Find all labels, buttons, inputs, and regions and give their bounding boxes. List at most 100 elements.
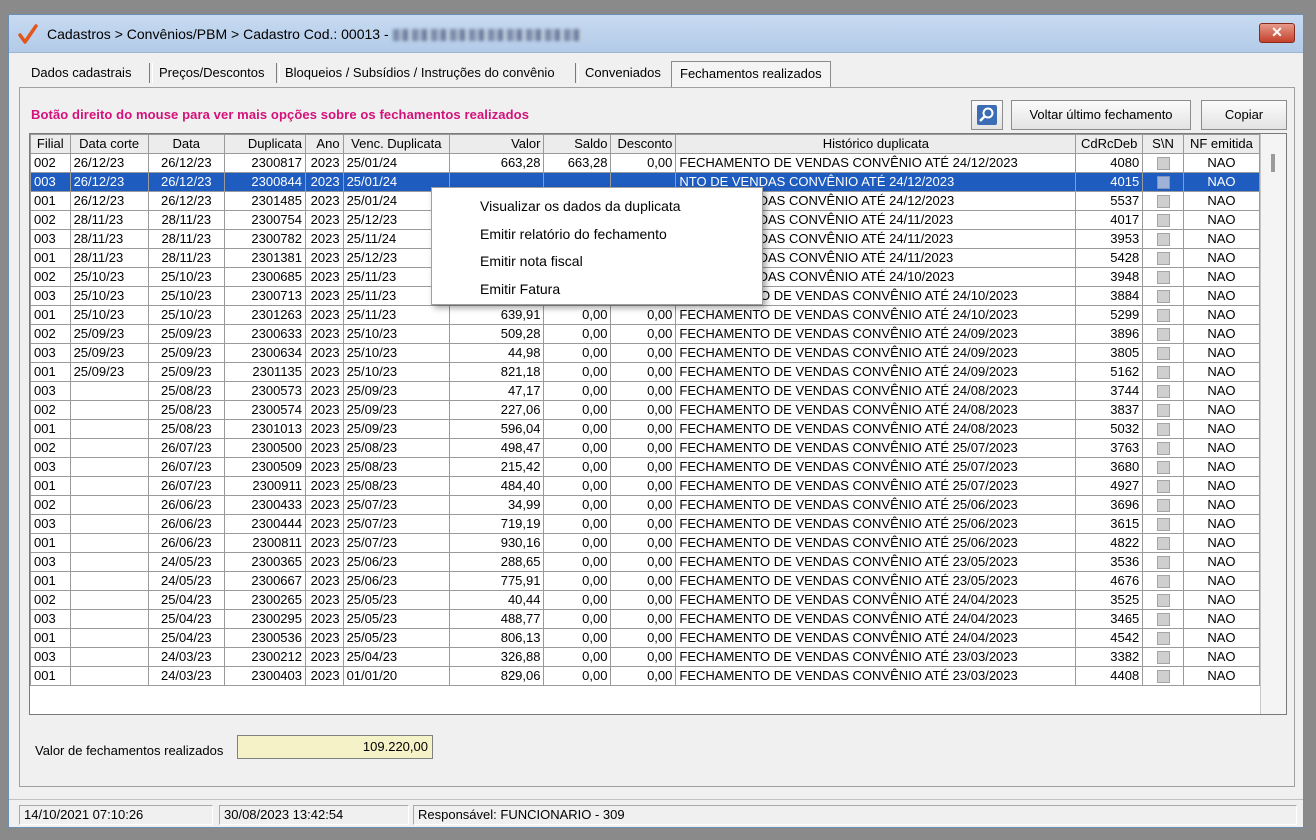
table-row[interactable]: 001 25/04/23 2300536 2023 25/05/23 806,13 0,00… <box>30 628 1261 648</box>
menu-item-visualizar-duplicata[interactable]: Visualizar os dados da duplicata <box>480 198 681 214</box>
table-row[interactable]: 003 25/08/23 2300573 2023 25/09/23 47,17 0,00 0… <box>30 381 1261 401</box>
sn-checkbox[interactable] <box>1156 366 1170 380</box>
col-header-saldo[interactable]: Saldo <box>543 134 612 154</box>
sn-checkbox[interactable] <box>1156 347 1170 361</box>
menu-item-emitir-relatorio[interactable]: Emitir relatório do fechamento <box>480 226 667 242</box>
sn-checkbox[interactable] <box>1156 480 1170 494</box>
sn-checkbox[interactable] <box>1156 195 1170 209</box>
table-row[interactable]: 001 24/05/23 2300667 2023 25/06/23 775,91 0,00… <box>30 571 1261 591</box>
table-cell: NAO <box>1182 495 1261 515</box>
table-cell: 3763 <box>1075 438 1144 458</box>
table-cell: 2023 <box>305 552 344 572</box>
table-row[interactable]: 002 25/08/23 2300574 2023 25/09/23 227,06 0,00… <box>30 400 1261 420</box>
col-header-data[interactable]: Data <box>147 134 225 154</box>
tab-bloqueios[interactable]: Bloqueios / Subsídios / Instruções do co… <box>283 65 557 80</box>
sn-checkbox[interactable] <box>1156 518 1170 532</box>
sn-checkbox[interactable] <box>1156 328 1170 342</box>
voltar-ultimo-fechamento-button[interactable]: Voltar último fechamento <box>1011 100 1191 130</box>
col-header-sn[interactable]: S\N <box>1142 134 1184 154</box>
sn-checkbox[interactable] <box>1156 613 1170 627</box>
col-header-desconto[interactable]: Desconto <box>610 134 677 154</box>
sn-checkbox[interactable] <box>1156 499 1170 513</box>
sn-checkbox[interactable] <box>1156 176 1170 190</box>
table-cell: 2300212 <box>223 647 307 667</box>
sn-checkbox[interactable] <box>1156 214 1170 228</box>
scrollbar-thumb[interactable] <box>1271 154 1275 172</box>
sn-checkbox[interactable] <box>1156 233 1170 247</box>
tab-fechamentos-realizados[interactable]: Fechamentos realizados <box>671 61 831 87</box>
col-header-valor[interactable]: Valor <box>449 134 545 154</box>
sn-checkbox[interactable] <box>1156 442 1170 456</box>
table-cell <box>1142 514 1184 534</box>
sn-checkbox[interactable] <box>1156 385 1170 399</box>
table-cell: 001 <box>30 305 71 325</box>
table-row[interactable]: 003 25/04/23 2300295 2023 25/05/23 488,77 0,00… <box>30 609 1261 629</box>
table-row[interactable]: 002 25/04/23 2300265 2023 25/05/23 40,44 0,00 0… <box>30 590 1261 610</box>
sn-checkbox[interactable] <box>1156 271 1170 285</box>
table-cell: 2300811 <box>223 533 307 553</box>
table-row[interactable]: 002 26/06/23 2300433 2023 25/07/23 34,99 0,00 0… <box>30 495 1261 515</box>
table-cell: 3805 <box>1075 343 1144 363</box>
sn-checkbox[interactable] <box>1156 556 1170 570</box>
col-header-data-corte[interactable]: Data corte <box>69 134 149 154</box>
sn-checkbox[interactable] <box>1156 423 1170 437</box>
table-cell: 26/12/23 <box>147 153 225 173</box>
table-cell: 25/07/23 <box>342 514 451 534</box>
table-cell: 2023 <box>305 438 344 458</box>
sn-checkbox[interactable] <box>1156 252 1170 266</box>
col-header-duplicata[interactable]: Duplicata <box>223 134 307 154</box>
tab-precos-descontos[interactable]: Preços/Descontos <box>157 65 267 80</box>
table-row[interactable]: 001 25/09/23 25/09/23 2301135 2023 25/10/23 82… <box>30 362 1261 382</box>
menu-item-emitir-fatura[interactable]: Emitir Fatura <box>480 281 560 297</box>
table-cell: 25/07/23 <box>342 495 451 515</box>
table-cell <box>69 609 149 629</box>
sn-checkbox[interactable] <box>1156 670 1170 684</box>
sn-checkbox[interactable] <box>1156 632 1170 646</box>
close-button[interactable]: ✕ <box>1259 23 1295 43</box>
sn-checkbox[interactable] <box>1156 461 1170 475</box>
table-cell: 24/05/23 <box>147 552 225 572</box>
table-cell <box>1142 666 1184 686</box>
col-header-venc-duplicata[interactable]: Venc. Duplicata <box>342 134 451 154</box>
table-cell: 0,00 <box>610 324 677 344</box>
sn-checkbox[interactable] <box>1156 537 1170 551</box>
table-row[interactable]: 003 25/09/23 25/09/23 2300634 2023 25/10/23 44… <box>30 343 1261 363</box>
table-row[interactable]: 001 25/10/23 25/10/23 2301263 2023 25/11/23 63… <box>30 305 1261 325</box>
col-header-cdrcdeb[interactable]: CdRcDeb <box>1075 134 1144 154</box>
sn-checkbox[interactable] <box>1156 157 1170 171</box>
table-row[interactable]: 001 26/06/23 2300811 2023 25/07/23 930,16 0,00… <box>30 533 1261 553</box>
sn-checkbox[interactable] <box>1156 309 1170 323</box>
table-row[interactable]: 001 26/07/23 2300911 2023 25/08/23 484,40 0,00… <box>30 476 1261 496</box>
table-row[interactable]: 002 26/12/23 26/12/23 2300817 2023 25/01/24 66… <box>30 153 1261 173</box>
table-cell: 0,00 <box>543 419 612 439</box>
table-row[interactable]: 002 26/07/23 2300500 2023 25/08/23 498,47 0,00… <box>30 438 1261 458</box>
col-header-historico[interactable]: Histórico duplicata <box>675 134 1077 154</box>
table-cell: 215,42 <box>449 457 545 477</box>
table-row[interactable]: 001 24/03/23 2300403 2023 01/01/20 829,06 0,00… <box>30 666 1261 686</box>
copiar-button[interactable]: Copiar <box>1201 100 1287 130</box>
table-cell: 0,00 <box>610 381 677 401</box>
tab-conveniados[interactable]: Conveniados <box>583 65 663 80</box>
table-row[interactable]: 003 26/07/23 2300509 2023 25/08/23 215,42 0,00… <box>30 457 1261 477</box>
table-cell: FECHAMENTO DE VENDAS CONVÊNIO ATÉ 24/09/… <box>675 324 1077 344</box>
table-cell: 24/03/23 <box>147 666 225 686</box>
sn-checkbox[interactable] <box>1156 594 1170 608</box>
right-click-hint: Botão direito do mouse para ver mais opç… <box>31 107 530 122</box>
table-row[interactable]: 003 24/05/23 2300365 2023 25/06/23 288,65 0,00… <box>30 552 1261 572</box>
col-header-nf-emitida[interactable]: NF emitida <box>1182 134 1261 154</box>
sn-checkbox[interactable] <box>1156 575 1170 589</box>
table-cell: 2300633 <box>223 324 307 344</box>
menu-item-emitir-nota-fiscal[interactable]: Emitir nota fiscal <box>480 253 583 269</box>
table-row[interactable]: 003 26/06/23 2300444 2023 25/07/23 719,19 0,00… <box>30 514 1261 534</box>
sn-checkbox[interactable] <box>1156 651 1170 665</box>
col-header-ano[interactable]: Ano <box>305 134 344 154</box>
table-row[interactable]: 001 25/08/23 2301013 2023 25/09/23 596,04 0,00… <box>30 419 1261 439</box>
table-row[interactable]: 002 25/09/23 25/09/23 2300633 2023 25/10/23 50… <box>30 324 1261 344</box>
tab-dados-cadastrais[interactable]: Dados cadastrais <box>29 65 133 80</box>
col-header-filial[interactable]: Filial <box>30 134 71 154</box>
vertical-scrollbar[interactable] <box>1260 134 1286 714</box>
sn-checkbox[interactable] <box>1156 404 1170 418</box>
table-row[interactable]: 003 24/03/23 2300212 2023 25/04/23 326,88 0,00… <box>30 647 1261 667</box>
search-button[interactable] <box>971 100 1003 130</box>
sn-checkbox[interactable] <box>1156 290 1170 304</box>
